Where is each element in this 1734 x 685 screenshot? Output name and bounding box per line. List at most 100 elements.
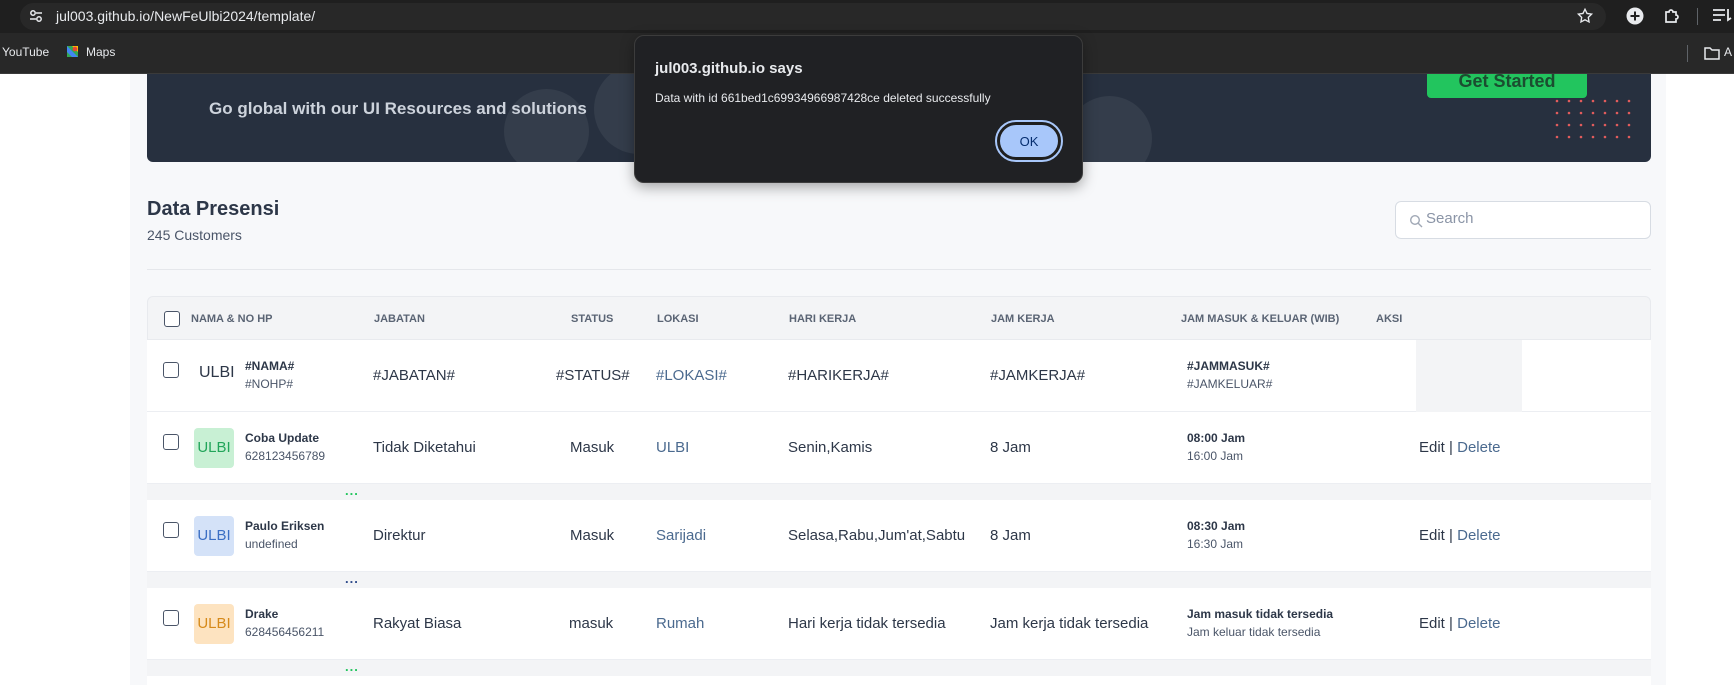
row-hari-kerja: Senin,Kamis bbox=[788, 439, 873, 456]
edit-link[interactable]: Edit bbox=[1419, 439, 1445, 456]
alert-dialog: jul003.github.io says Data with id 661be… bbox=[634, 35, 1083, 183]
toolbar-divider bbox=[1697, 8, 1698, 25]
delete-link[interactable]: Delete bbox=[1457, 527, 1500, 544]
col-jam-masuk-keluar[interactable]: JAM MASUK & KELUAR (WIB) bbox=[1181, 313, 1339, 325]
folder-icon[interactable] bbox=[1704, 46, 1720, 60]
row-lokasi: ULBI bbox=[656, 439, 690, 456]
row-hari-kerja: Selasa,Rabu,Jum'at,Sabtu bbox=[788, 527, 966, 544]
row-checkbox[interactable] bbox=[163, 434, 179, 450]
row-checkbox[interactable] bbox=[163, 610, 179, 626]
row-name: Drake bbox=[245, 607, 279, 621]
reading-list-icon[interactable] bbox=[1712, 7, 1734, 25]
action-separator: | bbox=[1449, 527, 1453, 544]
row-spacer: ... bbox=[147, 484, 1651, 500]
search-input[interactable] bbox=[1426, 210, 1636, 227]
table-row: ULBI Drake 628456456211 Rakyat Biasa mas… bbox=[147, 588, 1651, 660]
row-phone: undefined bbox=[245, 537, 298, 551]
row-jam-kerja: Jam kerja tidak tersedia bbox=[990, 615, 1149, 632]
row-name: #NAMA# bbox=[245, 359, 295, 373]
extensions-puzzle-icon[interactable] bbox=[1662, 6, 1682, 26]
row-spacer: ... bbox=[147, 572, 1651, 588]
row-jam-keluar: 16:00 Jam bbox=[1187, 449, 1244, 463]
row-jam-kerja: 8 Jam bbox=[990, 439, 1031, 456]
search-icon bbox=[1409, 214, 1423, 228]
row-name: Coba Update bbox=[245, 431, 320, 445]
avatar: ULBI bbox=[194, 516, 234, 556]
browser-toolbar: jul003.github.io/NewFeUlbi2024/template/ bbox=[0, 0, 1734, 33]
delete-link[interactable]: Delete bbox=[1457, 439, 1500, 456]
row-actions: Edit | Delete bbox=[1419, 615, 1500, 632]
row-jam-masuk: #JAMMASUK# bbox=[1187, 359, 1270, 373]
row-lokasi: #LOKASI# bbox=[656, 367, 727, 384]
table-row-template: ULBI #NAMA# #NOHP# #JABATAN# #STATUS# #L… bbox=[147, 340, 1651, 412]
bookmark-youtube[interactable]: YouTube bbox=[2, 45, 49, 59]
row-jam-masuk: 08:30 Jam bbox=[1187, 519, 1246, 533]
row-jam-keluar: 16:30 Jam bbox=[1187, 537, 1244, 551]
edit-link[interactable]: Edit bbox=[1419, 615, 1445, 632]
row-jam-masuk: 08:00 Jam bbox=[1187, 431, 1246, 445]
col-status[interactable]: STATUS bbox=[571, 313, 613, 325]
avatar: ULBI bbox=[194, 428, 234, 468]
col-hari-kerja[interactable]: HARI KERJA bbox=[789, 313, 856, 325]
col-jam-kerja[interactable]: JAM KERJA bbox=[991, 313, 1055, 325]
row-status: #STATUS# bbox=[556, 367, 630, 384]
row-jam-kerja: #JAMKERJA# bbox=[990, 367, 1086, 384]
row-phone: 628123456789 bbox=[245, 449, 326, 463]
extension-add-icon[interactable] bbox=[1625, 6, 1645, 26]
row-jabatan: #JABATAN# bbox=[373, 367, 455, 384]
row-phone: 628456456211 bbox=[245, 625, 325, 639]
row-hari-kerja: Hari kerja tidak tersedia bbox=[788, 615, 946, 632]
row-checkbox[interactable] bbox=[163, 522, 179, 538]
more-options-dots[interactable]: ... bbox=[345, 660, 359, 673]
search-box[interactable] bbox=[1395, 201, 1651, 239]
row-jabatan: Tidak Diketahui bbox=[373, 439, 476, 456]
page-title: Data Presensi bbox=[147, 198, 280, 220]
banner-text: Go global with our UI Resources and solu… bbox=[209, 99, 587, 118]
row-hari-kerja: #HARIKERJA# bbox=[788, 367, 889, 384]
row-checkbox[interactable] bbox=[163, 362, 179, 378]
bookmark-maps[interactable]: Maps bbox=[86, 45, 115, 59]
row-actions: Edit | Delete bbox=[1419, 439, 1500, 456]
more-options-dots[interactable]: ... bbox=[345, 484, 359, 497]
row-lokasi: Sarijadi bbox=[656, 527, 707, 544]
row-jam-keluar: Jam keluar tidak tersedia bbox=[1187, 625, 1321, 639]
bookmark-star-icon[interactable] bbox=[1576, 7, 1594, 25]
row-actions: Edit | Delete bbox=[1419, 527, 1500, 544]
customer-count: 245 Customers bbox=[147, 227, 242, 243]
bookmark-all-bookmarks[interactable]: A bbox=[1724, 45, 1732, 59]
site-settings-icon[interactable] bbox=[28, 8, 44, 24]
col-lokasi[interactable]: LOKASI bbox=[657, 313, 699, 325]
url-text[interactable]: jul003.github.io/NewFeUlbi2024/template/ bbox=[56, 8, 315, 24]
get-started-button[interactable]: Get Started bbox=[1427, 74, 1587, 98]
action-separator: | bbox=[1449, 615, 1453, 632]
row-jabatan: Direktur bbox=[373, 527, 426, 544]
select-all-checkbox[interactable] bbox=[164, 311, 180, 327]
dialog-title: jul003.github.io says bbox=[655, 60, 803, 77]
ok-button[interactable]: OK bbox=[995, 120, 1063, 162]
avatar: ULBI bbox=[194, 604, 234, 644]
row-jabatan: Rakyat Biasa bbox=[373, 615, 462, 632]
row-lokasi: Rumah bbox=[656, 615, 705, 632]
more-options-dots[interactable]: ... bbox=[345, 572, 359, 585]
row-jam-keluar: #JAMKELUAR# bbox=[1187, 377, 1273, 391]
row-jam-kerja: 8 Jam bbox=[990, 527, 1031, 544]
banner-dot-pattern bbox=[1555, 99, 1631, 139]
col-aksi[interactable]: AKSI bbox=[1376, 313, 1402, 325]
action-separator: | bbox=[1449, 439, 1453, 456]
delete-link[interactable]: Delete bbox=[1457, 615, 1500, 632]
col-jabatan[interactable]: JABATAN bbox=[374, 313, 425, 325]
col-nama[interactable]: NAMA & NO HP bbox=[191, 313, 272, 325]
row-phone: #NOHP# bbox=[245, 377, 294, 391]
row-jam-masuk: Jam masuk tidak tersedia bbox=[1187, 607, 1334, 621]
edit-link[interactable]: Edit bbox=[1419, 527, 1445, 544]
table-row bbox=[147, 676, 1651, 685]
row-status: masuk bbox=[569, 615, 614, 632]
dialog-message: Data with id 661bed1c69934966987428ce de… bbox=[655, 91, 991, 105]
section-divider bbox=[147, 269, 1651, 270]
table-row: ULBI Coba Update 628123456789 Tidak Dike… bbox=[147, 412, 1651, 484]
avatar: ULBI bbox=[199, 364, 235, 381]
maps-icon bbox=[67, 46, 78, 57]
presensi-table: NAMA & NO HP JABATAN STATUS LOKASI HARI … bbox=[147, 296, 1651, 685]
row-status: Masuk bbox=[570, 527, 615, 544]
table-header: NAMA & NO HP JABATAN STATUS LOKASI HARI … bbox=[147, 296, 1651, 340]
